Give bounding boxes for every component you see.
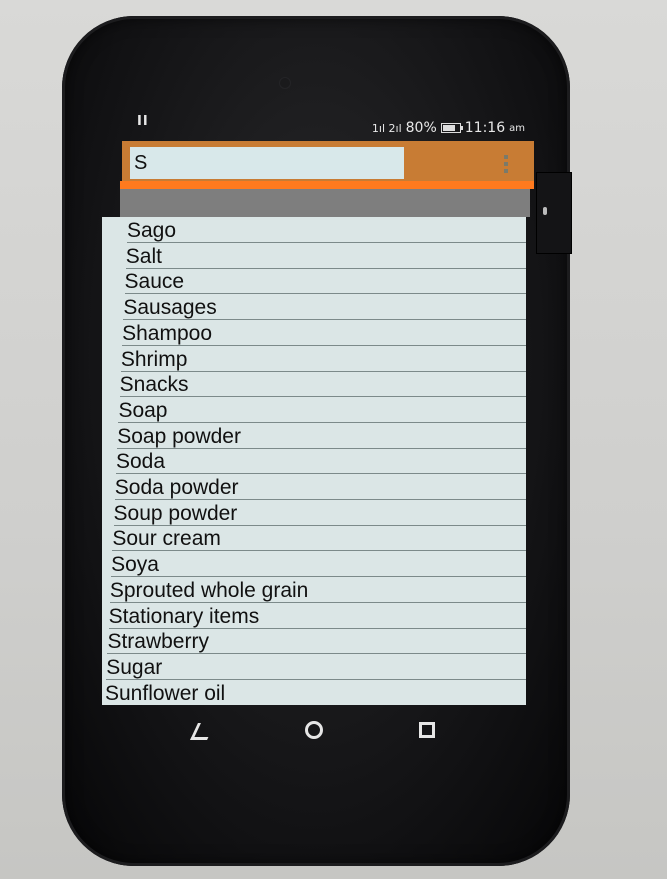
list-item[interactable]: Soya	[111, 552, 526, 578]
list-item-label: Soda powder	[114, 476, 239, 499]
search-input[interactable]	[130, 147, 404, 179]
list-item[interactable]: Shrimp	[120, 347, 526, 373]
list-item-label: Sour cream	[112, 527, 221, 551]
list-item-label: Soup powder	[113, 501, 238, 525]
list-item[interactable]: Sprouted whole grain	[109, 578, 526, 604]
list-item-label: Sago	[127, 219, 177, 242]
list-item-label: Shrimp	[120, 347, 188, 371]
list-item-label: Soda	[116, 450, 166, 474]
suggestion-list: Sago Salt Sauce Sausages Shampoo Shrimp Snacks…	[102, 217, 526, 705]
list-item[interactable]: Soda	[116, 449, 526, 475]
list-item[interactable]: Soap	[118, 398, 526, 424]
navigation-bar	[102, 705, 526, 757]
list-item-label: Sugar	[106, 655, 163, 679]
list-item[interactable]: Sunflower oil	[105, 681, 525, 705]
list-item[interactable]: Sugar	[106, 655, 526, 681]
suggestion-header-bar	[120, 189, 530, 217]
list-item[interactable]: Sour cream	[112, 526, 526, 552]
list-item-label: Soap powder	[117, 424, 241, 448]
list-item-label: Salt	[125, 244, 162, 268]
list-item[interactable]: Shampoo	[122, 321, 526, 347]
list-item[interactable]: Sauce	[124, 269, 526, 295]
recent-apps-icon[interactable]	[419, 722, 435, 738]
overflow-menu-icon[interactable]	[504, 155, 508, 173]
side-button	[536, 172, 572, 254]
notification-indicator: II	[137, 114, 149, 129]
home-icon[interactable]	[305, 721, 323, 739]
clock-ampm: am	[509, 122, 525, 134]
list-item-label: Sunflower oil	[105, 681, 226, 705]
list-item-label: Sauce	[124, 270, 185, 294]
list-item[interactable]: Stationary items	[108, 604, 526, 630]
front-camera	[280, 78, 290, 88]
list-item-label: Soap	[118, 398, 168, 422]
toolbar-divider	[120, 181, 534, 189]
list-item[interactable]: Strawberry	[107, 629, 526, 655]
list-item-label: Sprouted whole grain	[109, 578, 309, 602]
list-item-label: Shampoo	[122, 321, 213, 345]
list-item[interactable]: Soup powder	[113, 501, 526, 527]
status-bar: II 1ıl 2ıl 80% 11:16 am	[121, 108, 533, 140]
list-item[interactable]: Snacks	[119, 372, 526, 398]
list-item[interactable]: Sago	[127, 218, 526, 244]
list-item[interactable]: Soap powder	[117, 424, 526, 450]
battery-icon	[440, 123, 463, 133]
list-item-label: Sausages	[123, 296, 217, 320]
list-item[interactable]: Salt	[125, 244, 526, 270]
list-item[interactable]: Soda powder	[114, 475, 526, 501]
app-toolbar	[122, 141, 534, 183]
list-item-label: Snacks	[119, 373, 189, 397]
list-item-label: Strawberry	[107, 630, 209, 654]
battery-percent: 80%	[405, 120, 437, 136]
signal-icon: 1ıl 2ıl	[371, 121, 402, 135]
clock: 11:16	[464, 120, 506, 136]
list-item[interactable]: Sausages	[123, 295, 526, 321]
list-item-label: Soya	[111, 553, 159, 577]
back-icon[interactable]	[190, 723, 215, 740]
list-item-label: Stationary items	[108, 604, 260, 628]
